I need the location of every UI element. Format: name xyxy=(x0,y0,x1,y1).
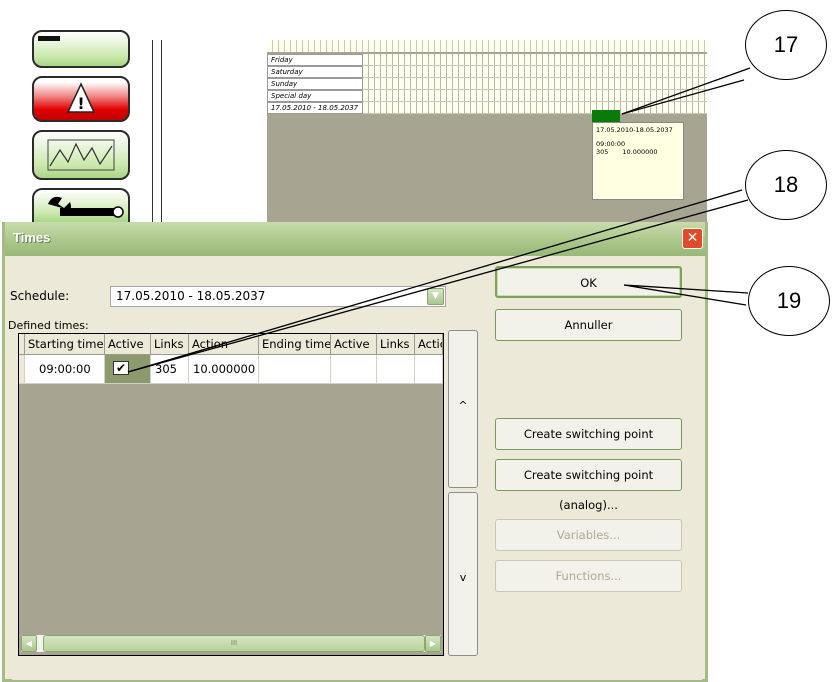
callout-19: 19 xyxy=(748,266,830,336)
callout-17: 17 xyxy=(745,10,827,80)
callout-18: 18 xyxy=(745,150,827,220)
callout-lines xyxy=(127,67,751,373)
